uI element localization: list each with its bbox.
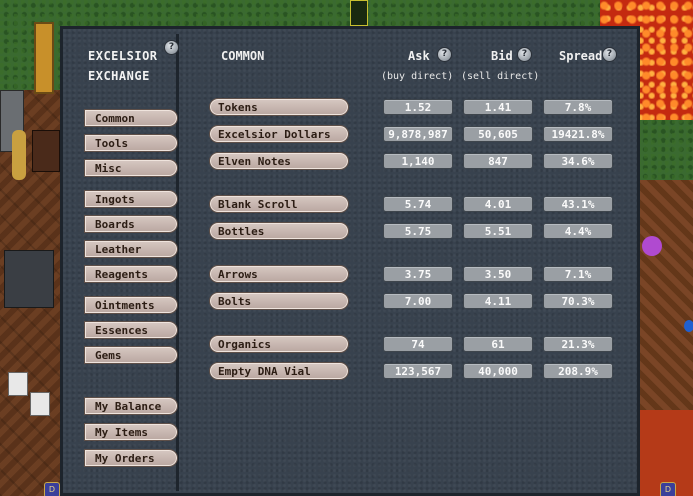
spread-value: 7.1%	[543, 266, 613, 282]
item-arrows[interactable]: Arrows	[209, 265, 349, 283]
ask-value[interactable]: 7.00	[383, 293, 453, 309]
category-title: COMMON	[221, 49, 265, 63]
bid-help-icon[interactable]: ?	[517, 47, 532, 62]
ask-column-header: Ask	[408, 49, 430, 63]
item-organics[interactable]: Organics	[209, 335, 349, 353]
dark-table	[4, 250, 54, 308]
ask-value[interactable]: 5.74	[383, 196, 453, 212]
bid-value[interactable]: 4.01	[463, 196, 533, 212]
wooden-floor-right	[640, 180, 693, 420]
ask-help-icon[interactable]: ?	[437, 47, 452, 62]
spread-value: 19421.8%	[543, 126, 613, 142]
party-icon-right[interactable]: D	[660, 482, 676, 496]
ask-value[interactable]: 1,140	[383, 153, 453, 169]
item-empty-dna-vial[interactable]: Empty DNA Vial	[209, 362, 349, 380]
bid-value[interactable]: 61	[463, 336, 533, 352]
bid-value[interactable]: 40,000	[463, 363, 533, 379]
blue-orb	[684, 320, 693, 332]
bid-column-header: Bid	[491, 49, 513, 63]
character-sprite	[350, 0, 368, 26]
spread-value: 21.3%	[543, 336, 613, 352]
ask-value[interactable]: 3.75	[383, 266, 453, 282]
ask-value[interactable]: 5.75	[383, 223, 453, 239]
spread-value: 34.6%	[543, 153, 613, 169]
purple-plant	[642, 236, 662, 256]
item-blank-scroll[interactable]: Blank Scroll	[209, 195, 349, 213]
spread-value: 208.9%	[543, 363, 613, 379]
spread-column-header: Spread	[559, 49, 603, 63]
bid-value[interactable]: 1.41	[463, 99, 533, 115]
pentagram-table	[32, 130, 60, 172]
bid-value[interactable]: 5.51	[463, 223, 533, 239]
item-bolts[interactable]: Bolts	[209, 292, 349, 310]
bid-value[interactable]: 4.11	[463, 293, 533, 309]
statue-decoration	[12, 130, 26, 180]
spread-value: 70.3%	[543, 293, 613, 309]
ask-value[interactable]: 9,878,987	[383, 126, 453, 142]
ask-value[interactable]: 74	[383, 336, 453, 352]
banner-decoration	[34, 22, 54, 94]
item-elven-notes[interactable]: Elven Notes	[209, 152, 349, 170]
item-excelsior-dollars[interactable]: Excelsior Dollars	[209, 125, 349, 143]
party-icon-left[interactable]: D	[44, 482, 60, 496]
ask-column-subheader: (buy direct)	[381, 71, 454, 82]
spread-value: 7.8%	[543, 99, 613, 115]
bid-column-subheader: (sell direct)	[461, 71, 540, 82]
bid-value[interactable]: 847	[463, 153, 533, 169]
exchange-window: EXCELSIOR EXCHANGE ? Common Tools Misc I…	[60, 26, 640, 496]
ask-value[interactable]: 1.52	[383, 99, 453, 115]
ask-value[interactable]: 123,567	[383, 363, 453, 379]
white-chair	[30, 392, 50, 416]
item-tokens[interactable]: Tokens	[209, 98, 349, 116]
market-table: COMMON Ask ? (buy direct) Bid ? (sell di…	[63, 29, 637, 493]
white-chair	[8, 372, 28, 396]
spread-value: 4.4%	[543, 223, 613, 239]
item-bottles[interactable]: Bottles	[209, 222, 349, 240]
spread-help-icon[interactable]: ?	[602, 47, 617, 62]
bid-value[interactable]: 50,605	[463, 126, 533, 142]
bid-value[interactable]: 3.50	[463, 266, 533, 282]
spread-value: 43.1%	[543, 196, 613, 212]
